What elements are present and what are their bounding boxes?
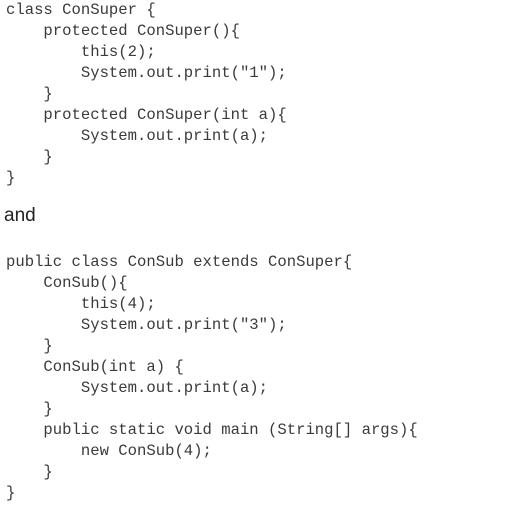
code-line: } bbox=[6, 85, 53, 103]
code-line: ConSub(){ bbox=[6, 274, 128, 292]
code-line: this(2); bbox=[6, 43, 156, 61]
code-line: System.out.print("3"); bbox=[6, 316, 287, 334]
code-line: System.out.print("1"); bbox=[6, 64, 287, 82]
code-line: } bbox=[6, 463, 53, 481]
code-line: protected ConSuper(){ bbox=[6, 22, 240, 40]
code-line: new ConSub(4); bbox=[6, 442, 212, 460]
separator-text: and bbox=[4, 205, 36, 226]
code-line: this(4); bbox=[6, 295, 156, 313]
code-line: class ConSuper { bbox=[6, 1, 156, 19]
code-block-consuper: class ConSuper { protected ConSuper(){ t… bbox=[6, 0, 287, 189]
code-line: protected ConSuper(int a){ bbox=[6, 106, 287, 124]
code-line: System.out.print(a); bbox=[6, 379, 269, 397]
code-line: } bbox=[6, 484, 16, 502]
code-line: public class ConSub extends ConSuper{ bbox=[6, 253, 353, 271]
code-line: } bbox=[6, 400, 53, 418]
code-line: public static void main (String[] args){ bbox=[6, 421, 418, 439]
code-line: } bbox=[6, 337, 53, 355]
code-block-consub: public class ConSub extends ConSuper{ Co… bbox=[6, 252, 418, 504]
code-line: } bbox=[6, 148, 53, 166]
code-line: } bbox=[6, 169, 16, 187]
code-line: ConSub(int a) { bbox=[6, 358, 184, 376]
code-line: System.out.print(a); bbox=[6, 127, 269, 145]
